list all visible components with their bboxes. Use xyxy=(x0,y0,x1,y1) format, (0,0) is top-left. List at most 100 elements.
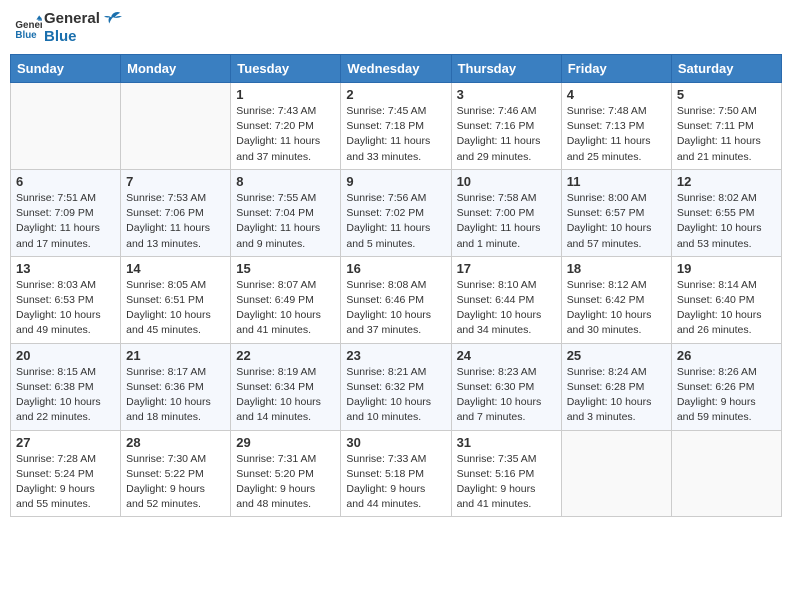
weekday-header-sunday: Sunday xyxy=(11,55,121,83)
day-cell: 24 Sunrise: 8:23 AM Sunset: 6:30 PM Dayli… xyxy=(451,343,561,430)
day-info: Sunrise: 7:53 AM Sunset: 7:06 PM Dayligh… xyxy=(126,191,225,252)
day-cell: 16 Sunrise: 8:08 AM Sunset: 6:46 PM Dayli… xyxy=(341,256,451,343)
day-cell xyxy=(561,430,671,517)
day-number: 28 xyxy=(126,435,225,450)
day-number: 30 xyxy=(346,435,445,450)
day-info: Sunrise: 7:58 AM Sunset: 7:00 PM Dayligh… xyxy=(457,191,556,252)
day-number: 5 xyxy=(677,87,776,102)
day-number: 11 xyxy=(567,174,666,189)
day-cell: 26Sunrise: 8:26 AM Sunset: 6:26 PM Dayli… xyxy=(671,343,781,430)
day-info: Sunrise: 8:10 AM Sunset: 6:44 PM Dayligh… xyxy=(457,278,556,339)
day-number: 31 xyxy=(457,435,556,450)
day-info: Sunrise: 8:05 AM Sunset: 6:51 PM Dayligh… xyxy=(126,278,225,339)
weekday-header-thursday: Thursday xyxy=(451,55,561,83)
day-number: 4 xyxy=(567,87,666,102)
logo-general: General xyxy=(44,10,122,28)
day-number: 3 xyxy=(457,87,556,102)
day-number: 23 xyxy=(346,348,445,363)
day-cell: 11Sunrise: 8:00 AM Sunset: 6:57 PM Dayli… xyxy=(561,169,671,256)
day-info: Sunrise: 8:23 AM Sunset: 6:30 PM Dayligh… xyxy=(457,365,556,426)
day-info: Sunrise: 7:31 AM Sunset: 5:20 PM Dayligh… xyxy=(236,452,335,513)
day-cell: 2 Sunrise: 7:45 AM Sunset: 7:18 PM Daylig… xyxy=(341,83,451,170)
day-cell: 15Sunrise: 8:07 AM Sunset: 6:49 PM Dayli… xyxy=(231,256,341,343)
day-info: Sunrise: 8:17 AM Sunset: 6:36 PM Dayligh… xyxy=(126,365,225,426)
day-info: Sunrise: 7:48 AM Sunset: 7:13 PM Dayligh… xyxy=(567,104,666,165)
day-number: 27 xyxy=(16,435,115,450)
day-number: 15 xyxy=(236,261,335,276)
logo: General Blue General Blue xyxy=(14,10,122,46)
day-cell: 10 Sunrise: 7:58 AM Sunset: 7:00 PM Dayli… xyxy=(451,169,561,256)
day-number: 8 xyxy=(236,174,335,189)
day-info: Sunrise: 7:51 AM Sunset: 7:09 PM Dayligh… xyxy=(16,191,115,252)
day-cell xyxy=(671,430,781,517)
day-cell: 29 Sunrise: 7:31 AM Sunset: 5:20 PM Dayli… xyxy=(231,430,341,517)
day-info: Sunrise: 8:24 AM Sunset: 6:28 PM Dayligh… xyxy=(567,365,666,426)
day-cell: 9 Sunrise: 7:56 AM Sunset: 7:02 PM Daylig… xyxy=(341,169,451,256)
day-number: 25 xyxy=(567,348,666,363)
day-number: 20 xyxy=(16,348,115,363)
day-info: Sunrise: 8:03 AM Sunset: 6:53 PM Dayligh… xyxy=(16,278,115,339)
day-info: Sunrise: 8:21 AM Sunset: 6:32 PM Dayligh… xyxy=(346,365,445,426)
day-number: 29 xyxy=(236,435,335,450)
day-cell: 17Sunrise: 8:10 AM Sunset: 6:44 PM Dayli… xyxy=(451,256,561,343)
day-cell: 6 Sunrise: 7:51 AM Sunset: 7:09 PM Daylig… xyxy=(11,169,121,256)
logo-bird-icon xyxy=(104,10,122,28)
week-row-3: 13 Sunrise: 8:03 AM Sunset: 6:53 PM Dayli… xyxy=(11,256,782,343)
day-cell: 25 Sunrise: 8:24 AM Sunset: 6:28 PM Dayli… xyxy=(561,343,671,430)
day-cell: 7 Sunrise: 7:53 AM Sunset: 7:06 PM Daylig… xyxy=(121,169,231,256)
day-number: 7 xyxy=(126,174,225,189)
day-info: Sunrise: 7:50 AM Sunset: 7:11 PM Dayligh… xyxy=(677,104,776,165)
page-header: General Blue General Blue xyxy=(10,10,782,46)
weekday-header-tuesday: Tuesday xyxy=(231,55,341,83)
day-cell: 30Sunrise: 7:33 AM Sunset: 5:18 PM Dayli… xyxy=(341,430,451,517)
day-info: Sunrise: 8:12 AM Sunset: 6:42 PM Dayligh… xyxy=(567,278,666,339)
day-cell: 4 Sunrise: 7:48 AM Sunset: 7:13 PM Daylig… xyxy=(561,83,671,170)
week-row-1: 1Sunrise: 7:43 AM Sunset: 7:20 PM Daylig… xyxy=(11,83,782,170)
day-cell: 8 Sunrise: 7:55 AM Sunset: 7:04 PM Daylig… xyxy=(231,169,341,256)
day-cell: 27Sunrise: 7:28 AM Sunset: 5:24 PM Dayli… xyxy=(11,430,121,517)
day-cell: 28 Sunrise: 7:30 AM Sunset: 5:22 PM Dayli… xyxy=(121,430,231,517)
day-cell xyxy=(11,83,121,170)
day-info: Sunrise: 7:56 AM Sunset: 7:02 PM Dayligh… xyxy=(346,191,445,252)
day-number: 12 xyxy=(677,174,776,189)
day-info: Sunrise: 7:55 AM Sunset: 7:04 PM Dayligh… xyxy=(236,191,335,252)
day-number: 24 xyxy=(457,348,556,363)
day-info: Sunrise: 7:30 AM Sunset: 5:22 PM Dayligh… xyxy=(126,452,225,513)
day-number: 10 xyxy=(457,174,556,189)
day-cell: 1Sunrise: 7:43 AM Sunset: 7:20 PM Daylig… xyxy=(231,83,341,170)
day-cell: 19 Sunrise: 8:14 AM Sunset: 6:40 PM Dayli… xyxy=(671,256,781,343)
svg-text:Blue: Blue xyxy=(15,30,37,41)
day-number: 9 xyxy=(346,174,445,189)
day-number: 1 xyxy=(236,87,335,102)
day-cell: 5 Sunrise: 7:50 AM Sunset: 7:11 PM Daylig… xyxy=(671,83,781,170)
day-info: Sunrise: 8:19 AM Sunset: 6:34 PM Dayligh… xyxy=(236,365,335,426)
day-number: 13 xyxy=(16,261,115,276)
day-info: Sunrise: 8:26 AM Sunset: 6:26 PM Dayligh… xyxy=(677,365,776,426)
day-number: 19 xyxy=(677,261,776,276)
weekday-header-saturday: Saturday xyxy=(671,55,781,83)
day-info: Sunrise: 8:02 AM Sunset: 6:55 PM Dayligh… xyxy=(677,191,776,252)
day-info: Sunrise: 7:35 AM Sunset: 5:16 PM Dayligh… xyxy=(457,452,556,513)
weekday-header-monday: Monday xyxy=(121,55,231,83)
day-number: 16 xyxy=(346,261,445,276)
day-cell: 13 Sunrise: 8:03 AM Sunset: 6:53 PM Dayli… xyxy=(11,256,121,343)
day-number: 21 xyxy=(126,348,225,363)
calendar-table: SundayMondayTuesdayWednesdayThursdayFrid… xyxy=(10,54,782,517)
day-info: Sunrise: 8:14 AM Sunset: 6:40 PM Dayligh… xyxy=(677,278,776,339)
day-number: 6 xyxy=(16,174,115,189)
day-cell: 3 Sunrise: 7:46 AM Sunset: 7:16 PM Daylig… xyxy=(451,83,561,170)
day-info: Sunrise: 7:45 AM Sunset: 7:18 PM Dayligh… xyxy=(346,104,445,165)
day-cell: 22 Sunrise: 8:19 AM Sunset: 6:34 PM Dayli… xyxy=(231,343,341,430)
weekday-header-wednesday: Wednesday xyxy=(341,55,451,83)
weekday-header-row: SundayMondayTuesdayWednesdayThursdayFrid… xyxy=(11,55,782,83)
week-row-4: 20Sunrise: 8:15 AM Sunset: 6:38 PM Dayli… xyxy=(11,343,782,430)
day-info: Sunrise: 8:08 AM Sunset: 6:46 PM Dayligh… xyxy=(346,278,445,339)
day-info: Sunrise: 7:46 AM Sunset: 7:16 PM Dayligh… xyxy=(457,104,556,165)
day-number: 2 xyxy=(346,87,445,102)
day-number: 22 xyxy=(236,348,335,363)
day-cell: 14 Sunrise: 8:05 AM Sunset: 6:51 PM Dayli… xyxy=(121,256,231,343)
day-cell: 23 Sunrise: 8:21 AM Sunset: 6:32 PM Dayli… xyxy=(341,343,451,430)
day-number: 14 xyxy=(126,261,225,276)
day-cell: 12 Sunrise: 8:02 AM Sunset: 6:55 PM Dayli… xyxy=(671,169,781,256)
week-row-2: 6 Sunrise: 7:51 AM Sunset: 7:09 PM Daylig… xyxy=(11,169,782,256)
